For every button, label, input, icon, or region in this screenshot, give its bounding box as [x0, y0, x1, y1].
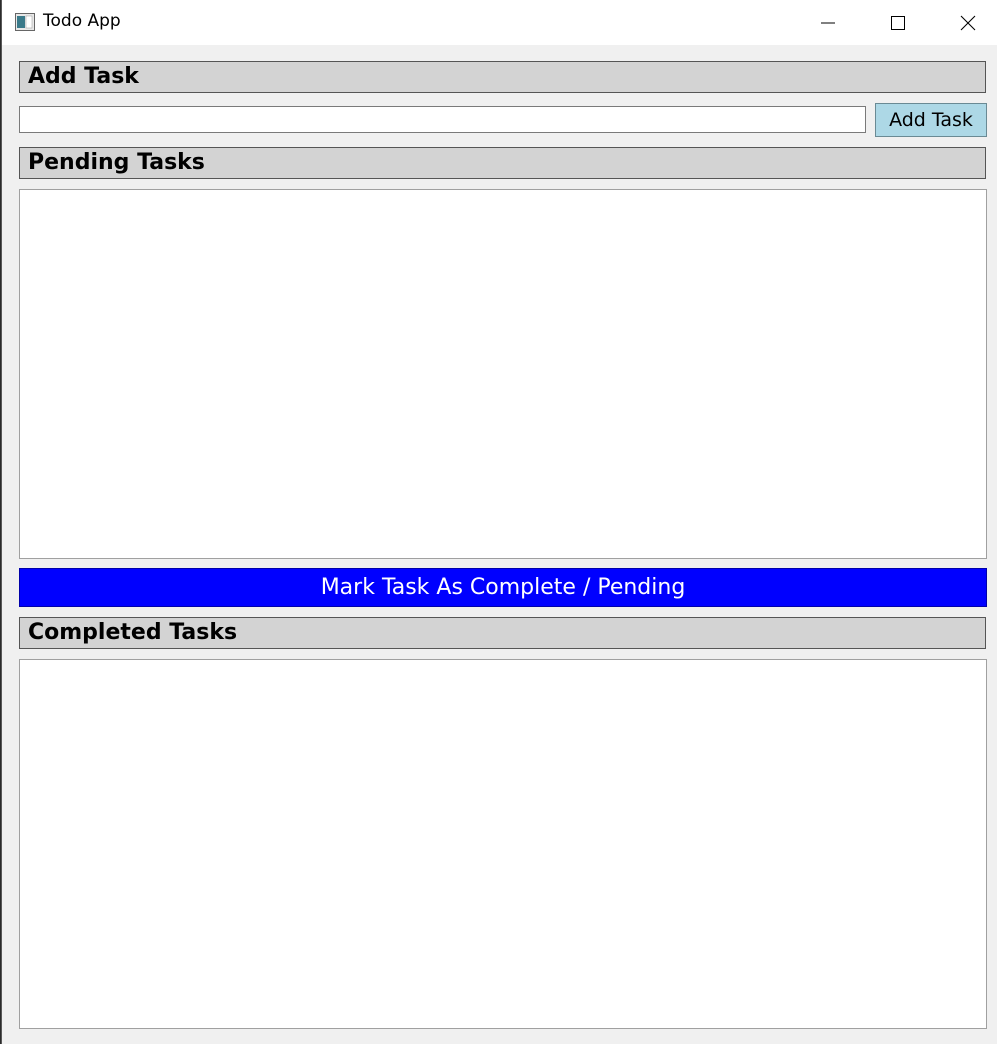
mark-complete-button[interactable]: Mark Task As Complete / Pending: [19, 568, 987, 607]
minimize-icon: [821, 22, 835, 23]
maximize-icon: [891, 15, 905, 30]
completed-tasks-header: Completed Tasks: [19, 617, 986, 649]
window-title: Todo App: [43, 11, 121, 31]
add-task-button[interactable]: Add Task: [875, 103, 987, 137]
close-button[interactable]: [933, 0, 997, 45]
minimize-button[interactable]: [793, 0, 863, 45]
app-window: Todo App Add Task Add Task Pending Tasks…: [1, 0, 997, 1044]
add-task-header: Add Task: [19, 61, 986, 93]
maximize-button[interactable]: [863, 0, 933, 45]
app-icon: [15, 13, 35, 31]
pending-tasks-header: Pending Tasks: [19, 147, 986, 179]
title-bar[interactable]: Todo App: [2, 0, 997, 45]
completed-tasks-list[interactable]: [19, 659, 987, 1029]
close-icon: [960, 15, 976, 30]
pending-tasks-list[interactable]: [19, 189, 987, 559]
task-input[interactable]: [19, 106, 866, 133]
